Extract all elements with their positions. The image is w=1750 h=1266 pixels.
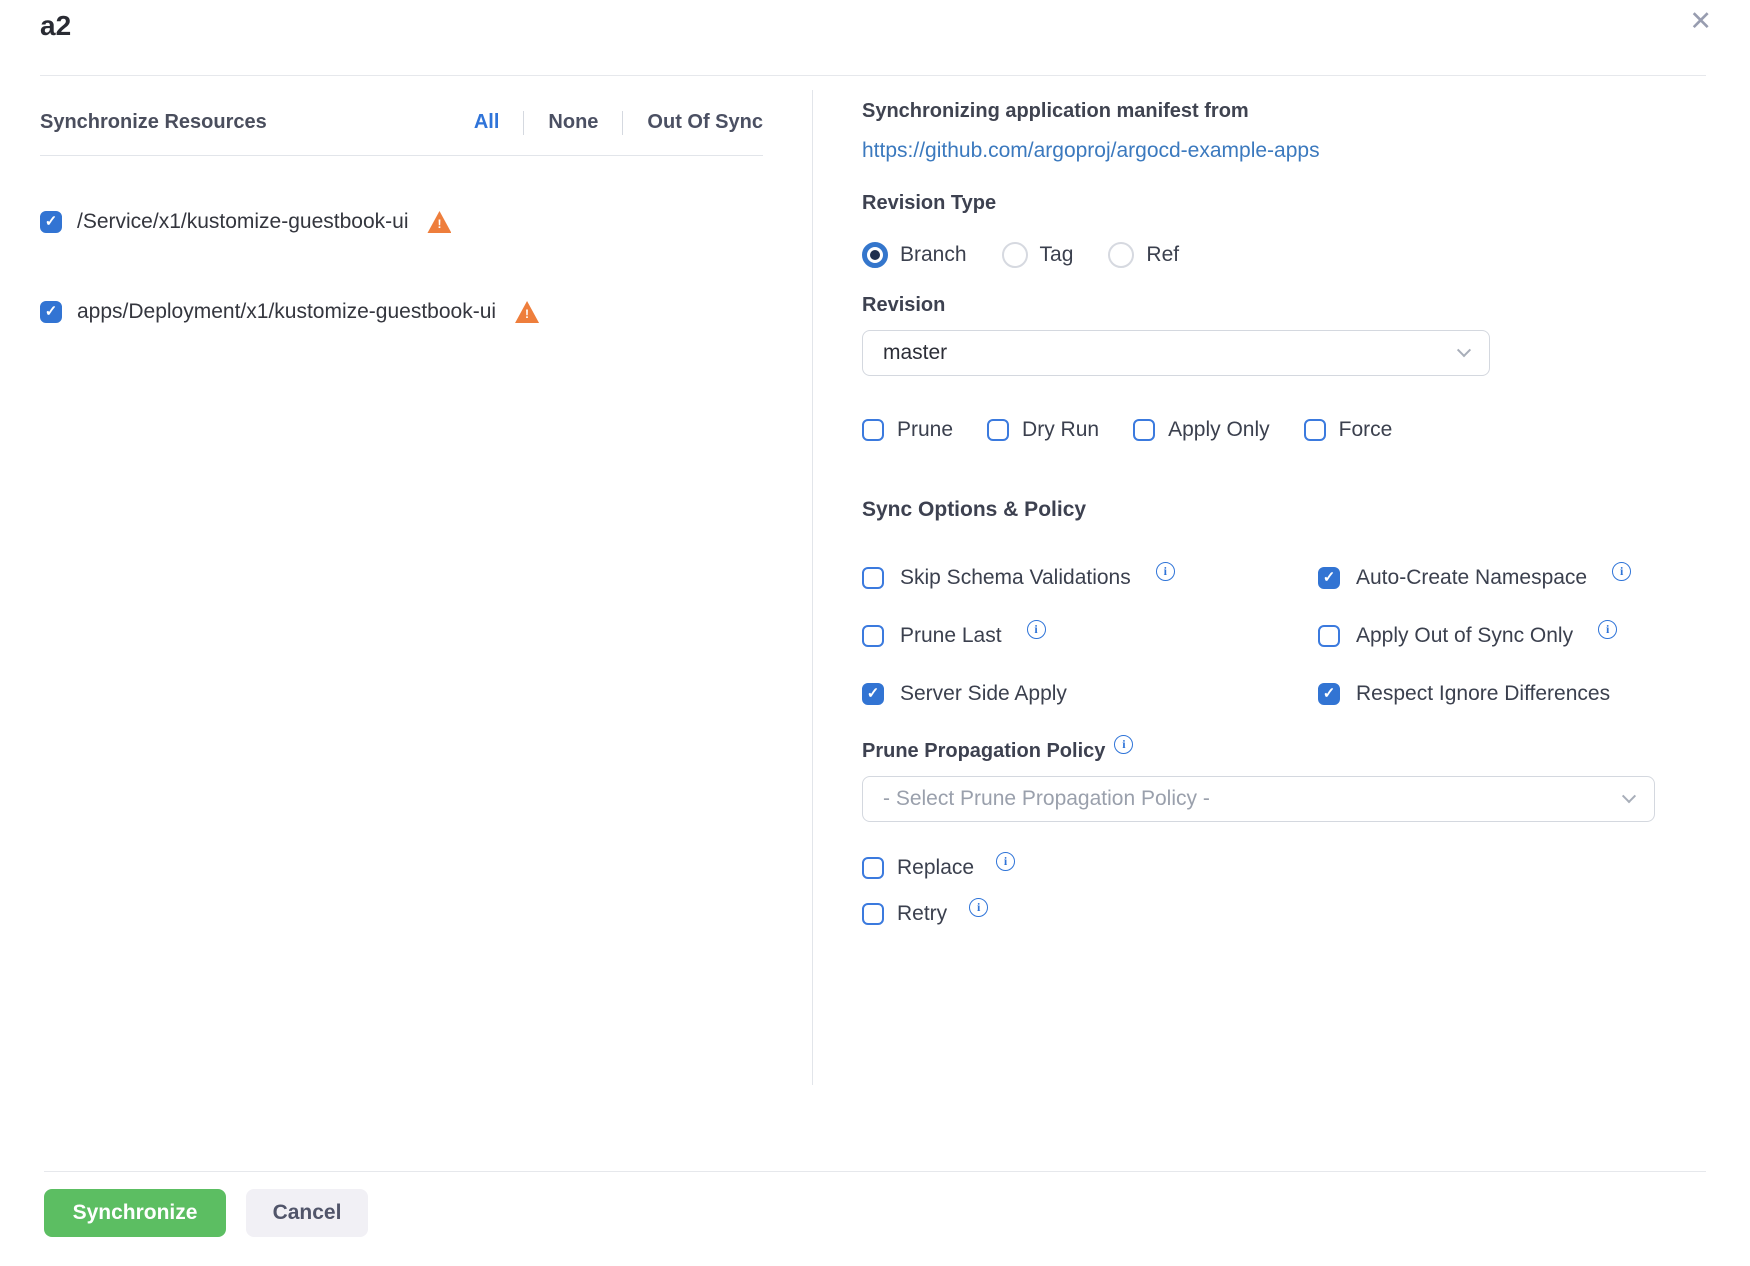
sync-options-panel: Synchronizing application manifest from … — [862, 98, 1655, 926]
option-replace[interactable]: ✓ Replace i — [862, 856, 1655, 880]
auto-create-namespace-checkbox[interactable]: ✓ — [1318, 567, 1340, 589]
prune-policy-placeholder: - Select Prune Propagation Policy - — [883, 787, 1210, 811]
dry-run-checkbox[interactable]: ✓ — [987, 419, 1009, 441]
footer-divider — [44, 1171, 1706, 1172]
resource-checkbox[interactable]: ✓ — [40, 211, 62, 233]
close-icon[interactable]: ✕ — [1689, 8, 1712, 35]
sync-flags: ✓ Prune ✓ Dry Run ✓ Apply Only ✓ Force — [862, 418, 1655, 442]
header-divider — [40, 75, 1706, 76]
apply-out-of-sync-only-checkbox[interactable]: ✓ — [1318, 625, 1340, 647]
option-skip-schema-validations[interactable]: ✓ Skip Schema Validations i — [862, 566, 1318, 590]
flag-prune[interactable]: ✓ Prune — [862, 418, 953, 442]
revision-value: master — [883, 341, 947, 365]
check-icon: ✓ — [45, 304, 58, 319]
info-icon: i — [1598, 620, 1617, 639]
revision-type-label: Revision Type — [862, 190, 1655, 216]
warning-icon: ! — [427, 211, 451, 233]
radio-ref[interactable]: Ref — [1108, 242, 1179, 268]
sync-options-heading: Sync Options & Policy — [862, 496, 1655, 524]
info-icon: i — [1114, 735, 1133, 754]
apply-only-checkbox[interactable]: ✓ — [1133, 419, 1155, 441]
chevron-down-icon — [1622, 789, 1636, 803]
resource-checkbox[interactable]: ✓ — [40, 301, 62, 323]
check-icon: ✓ — [45, 214, 58, 229]
flag-force[interactable]: ✓ Force — [1304, 418, 1393, 442]
prune-last-checkbox[interactable]: ✓ — [862, 625, 884, 647]
retry-checkbox[interactable]: ✓ — [862, 903, 884, 925]
prune-propagation-policy-select[interactable]: - Select Prune Propagation Policy - — [862, 776, 1655, 822]
skip-schema-validations-checkbox[interactable]: ✓ — [862, 567, 884, 589]
option-server-side-apply[interactable]: ✓ Server Side Apply — [862, 682, 1318, 706]
resources-title: Synchronize Resources — [40, 111, 267, 134]
warning-icon: ! — [515, 301, 539, 323]
resource-row: ✓ /Service/x1/kustomize-guestbook-ui ! — [40, 200, 763, 244]
tab-none[interactable]: None — [548, 111, 598, 134]
tab-out-of-sync[interactable]: Out Of Sync — [647, 111, 763, 134]
tab-separator — [622, 111, 623, 135]
prune-checkbox[interactable]: ✓ — [862, 419, 884, 441]
radio-branch[interactable]: Branch — [862, 242, 967, 268]
server-side-apply-checkbox[interactable]: ✓ — [862, 683, 884, 705]
sync-dialog: a2 ✕ Synchronize Resources All None Out … — [0, 0, 1750, 1266]
info-icon: i — [969, 898, 988, 917]
option-auto-create-namespace[interactable]: ✓ Auto-Create Namespace i — [1318, 566, 1655, 590]
option-respect-ignore-differences[interactable]: ✓ Respect Ignore Differences — [1318, 682, 1655, 706]
revision-type-group: Branch Tag Ref — [862, 242, 1655, 268]
option-retry[interactable]: ✓ Retry i — [862, 902, 1655, 926]
info-icon: i — [996, 852, 1015, 871]
tab-all[interactable]: All — [474, 111, 500, 134]
panel-divider — [812, 90, 813, 1085]
option-apply-out-of-sync-only[interactable]: ✓ Apply Out of Sync Only i — [1318, 624, 1655, 648]
resource-label: apps/Deployment/x1/kustomize-guestbook-u… — [77, 300, 496, 324]
flag-dry-run[interactable]: ✓ Dry Run — [987, 418, 1099, 442]
radio-icon[interactable] — [1108, 242, 1134, 268]
info-icon: i — [1027, 620, 1046, 639]
replace-checkbox[interactable]: ✓ — [862, 857, 884, 879]
force-checkbox[interactable]: ✓ — [1304, 419, 1326, 441]
flag-apply-only[interactable]: ✓ Apply Only — [1133, 418, 1270, 442]
revision-label: Revision — [862, 292, 1655, 318]
manifest-url-link[interactable]: https://github.com/argoproj/argocd-examp… — [862, 136, 1320, 166]
resource-row: ✓ apps/Deployment/x1/kustomize-guestbook… — [40, 290, 763, 334]
info-icon: i — [1612, 562, 1631, 581]
resource-list: ✓ /Service/x1/kustomize-guestbook-ui ! ✓… — [40, 200, 763, 334]
dialog-title: a2 — [40, 10, 71, 42]
info-icon: i — [1156, 562, 1175, 581]
chevron-down-icon — [1457, 343, 1471, 357]
selection-tabs: All None Out Of Sync — [474, 111, 763, 135]
resource-label: /Service/x1/kustomize-guestbook-ui — [77, 210, 408, 234]
prune-propagation-policy-label: Prune Propagation Policy i — [862, 738, 1655, 764]
tab-separator — [523, 111, 524, 135]
option-prune-last[interactable]: ✓ Prune Last i — [862, 624, 1318, 648]
manifest-heading: Synchronizing application manifest from — [862, 98, 1655, 124]
respect-ignore-differences-checkbox[interactable]: ✓ — [1318, 683, 1340, 705]
resources-panel: Synchronize Resources All None Out Of Sy… — [40, 90, 763, 334]
radio-icon[interactable] — [1002, 242, 1028, 268]
radio-tag[interactable]: Tag — [1002, 242, 1074, 268]
radio-icon[interactable] — [862, 242, 888, 268]
revision-select[interactable]: master — [862, 330, 1490, 376]
resources-header: Synchronize Resources All None Out Of Sy… — [40, 90, 763, 156]
cancel-button[interactable]: Cancel — [246, 1189, 368, 1237]
sync-options-grid: ✓ Skip Schema Validations i ✓ Auto-Creat… — [862, 566, 1655, 706]
synchronize-button[interactable]: Synchronize — [44, 1189, 226, 1237]
